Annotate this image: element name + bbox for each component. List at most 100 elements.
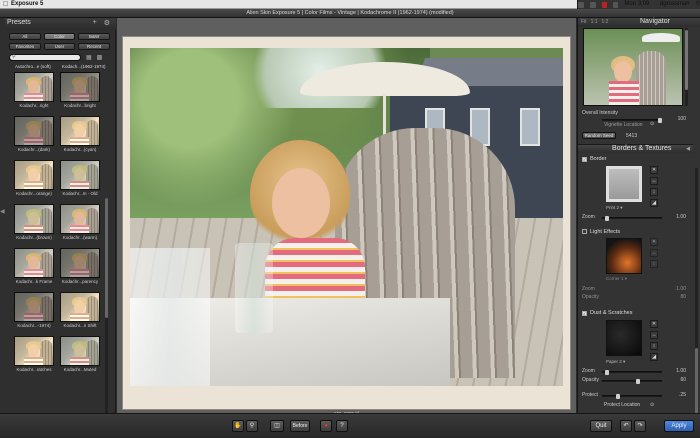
random-seed-value[interactable]: 5413 xyxy=(626,133,637,139)
preset-thumbnail[interactable]: Kodachr...k Frame xyxy=(14,248,54,286)
preset-thumbnail[interactable]: Kodachr...n Shift xyxy=(60,292,100,330)
zoom-fit[interactable]: Fit xyxy=(581,19,587,25)
preview-photo[interactable] xyxy=(130,48,563,386)
flip-horizontal-icon[interactable]: ↔ xyxy=(650,177,658,185)
preset-preview-image[interactable] xyxy=(14,336,54,366)
preset-thumbnail[interactable]: Kodachr...-1974) xyxy=(14,292,54,330)
preset-thumbnail[interactable]: Kodachr...(warm) xyxy=(60,204,100,242)
protect-value[interactable]: .25 xyxy=(666,392,686,398)
flip-horizontal-icon[interactable]: ↔ xyxy=(650,331,658,339)
preset-preview-image[interactable] xyxy=(14,160,54,190)
invert-icon[interactable]: ◢ xyxy=(650,353,658,361)
dust-opacity-value[interactable]: 60 xyxy=(666,377,686,383)
grid-view-icon[interactable]: ▩ xyxy=(97,54,103,61)
preset-thumbnail[interactable]: Kodachr...orange) xyxy=(14,160,54,198)
navigator-thumbnail[interactable] xyxy=(583,28,683,106)
flip-vertical-icon[interactable]: ↕ xyxy=(650,188,658,196)
dust-scratches-checkbox[interactable]: ✓ xyxy=(582,311,587,316)
dust-scratches-section-header[interactable]: ✓ Dust & Scratches xyxy=(582,310,633,316)
border-texture-swatch[interactable] xyxy=(606,166,642,202)
volume-icon[interactable] xyxy=(589,1,596,8)
preset-preview-image[interactable] xyxy=(14,116,54,146)
dust-preset-dropdown[interactable]: Paper 2 ▾ xyxy=(606,359,625,365)
preset-thumbnail[interactable]: Kodachr...bright xyxy=(60,72,100,110)
preset-search-input[interactable]: ⚲ xyxy=(9,54,81,61)
apple-menu-icon[interactable]:  xyxy=(3,0,8,9)
dust-zoom-value[interactable]: 1.00 xyxy=(666,368,686,374)
protect-slider[interactable] xyxy=(602,394,662,399)
wifi-icon[interactable] xyxy=(578,1,584,8)
preset-thumbnail[interactable]: Kodachr...right xyxy=(14,72,54,110)
swap-arrows-icon[interactable]: ✕ xyxy=(650,238,658,246)
navigator-scrollbar[interactable] xyxy=(685,28,688,106)
preset-thumbnail[interactable]: Kodachr...Muted xyxy=(60,336,100,374)
preset-preview-image[interactable] xyxy=(60,116,100,146)
swap-arrows-icon[interactable]: ✕ xyxy=(650,166,658,174)
overall-intensity-value[interactable]: 100 xyxy=(666,116,686,122)
flip-vertical-icon[interactable]: ↕ xyxy=(650,342,658,350)
tab-all[interactable]: All xyxy=(9,33,41,40)
preset-preview-image[interactable] xyxy=(14,72,54,102)
preset-thumbnail[interactable]: Kodachr...(dark) xyxy=(14,116,54,154)
app-menu[interactable]: Exposure 5 xyxy=(11,0,43,9)
preset-preview-image[interactable] xyxy=(60,248,100,278)
redo-icon[interactable]: ↷ xyxy=(634,420,646,432)
light-effects-section-header[interactable]: Light Effects xyxy=(582,229,620,235)
preset-thumbnail[interactable]: Kodachr...parency xyxy=(60,248,100,286)
dust-texture-swatch[interactable] xyxy=(606,320,642,356)
section-arrow-icon[interactable]: ◀ xyxy=(686,146,690,152)
flip-horizontal-icon[interactable]: ↔ xyxy=(650,249,658,257)
target-icon[interactable]: ⊙ xyxy=(650,402,654,408)
clipping-warning-icon[interactable]: ● xyxy=(320,420,332,432)
preset-preview-image[interactable] xyxy=(60,160,100,190)
hand-tool-icon[interactable]: ✋ xyxy=(232,420,244,432)
tab-user[interactable]: User xyxy=(43,43,76,50)
border-preset-dropdown[interactable]: Print 2 ▾ xyxy=(606,205,623,211)
preset-thumbnail[interactable]: Kodachr...ratches xyxy=(14,336,54,374)
collapse-left-arrow-icon[interactable]: ◀ xyxy=(0,208,5,228)
border-checkbox[interactable]: ✓ xyxy=(582,157,587,162)
target-icon[interactable]: ⊙ xyxy=(650,121,654,127)
preset-preview-image[interactable] xyxy=(60,292,100,322)
zoom-tool-icon[interactable]: ⚲ xyxy=(246,420,258,432)
invert-icon[interactable]: ◢ xyxy=(650,199,658,207)
help-icon[interactable]: ? xyxy=(336,420,348,432)
before-button[interactable]: Before xyxy=(290,420,310,432)
quit-button[interactable]: Quit xyxy=(590,420,612,432)
light-effects-preset-dropdown[interactable]: Corner 1 ▾ xyxy=(606,276,627,282)
random-seed-button[interactable]: Random Seed xyxy=(582,132,616,139)
preset-preview-image[interactable] xyxy=(14,204,54,234)
grid-size-small-icon[interactable]: ▦ xyxy=(86,54,92,61)
preset-preview-image[interactable] xyxy=(14,248,54,278)
preset-thumbnail[interactable]: Kodachr...(brown) xyxy=(14,204,54,242)
dust-opacity-slider[interactable] xyxy=(602,379,662,384)
swap-arrows-icon[interactable]: ✕ xyxy=(650,320,658,328)
preset-thumbnail[interactable]: Kodachr...m - Old xyxy=(60,160,100,198)
light-effects-swatch[interactable] xyxy=(606,238,642,274)
undo-icon[interactable]: ↶ xyxy=(620,420,632,432)
light-effects-opacity-value[interactable]: 80 xyxy=(666,294,686,300)
battery-icon[interactable] xyxy=(612,1,619,8)
input-source-flag-icon[interactable] xyxy=(601,1,607,8)
dust-zoom-slider[interactable] xyxy=(602,370,662,375)
preset-thumbnail[interactable]: Kodachr...(cyan) xyxy=(60,116,100,154)
gear-icon[interactable]: ⚙ xyxy=(104,19,110,27)
split-view-icon[interactable]: ◫ xyxy=(270,420,284,432)
add-preset-icon[interactable]: + xyxy=(93,19,97,27)
preset-preview-image[interactable] xyxy=(60,336,100,366)
adjustments-scrollbar[interactable] xyxy=(695,168,698,416)
tab-recent[interactable]: Recent xyxy=(78,43,111,50)
borders-textures-header[interactable]: Borders & Textures ◀ xyxy=(578,144,693,153)
flip-vertical-icon[interactable]: ↕ xyxy=(650,260,658,268)
light-effects-checkbox[interactable] xyxy=(582,229,587,234)
zoom-1-2[interactable]: 1:2 xyxy=(602,19,609,25)
light-effects-zoom-value[interactable]: 1.00 xyxy=(666,286,686,292)
image-canvas[interactable]: MG_9085.tif xyxy=(117,18,576,416)
preset-preview-image[interactable] xyxy=(60,72,100,102)
preset-preview-image[interactable] xyxy=(14,292,54,322)
tab-bw[interactable]: B&W xyxy=(78,33,111,40)
border-zoom-value[interactable]: 1.00 xyxy=(666,214,686,220)
border-section-header[interactable]: ✓ Border xyxy=(582,156,607,162)
preset-preview-image[interactable] xyxy=(60,204,100,234)
border-zoom-slider[interactable] xyxy=(602,216,662,221)
